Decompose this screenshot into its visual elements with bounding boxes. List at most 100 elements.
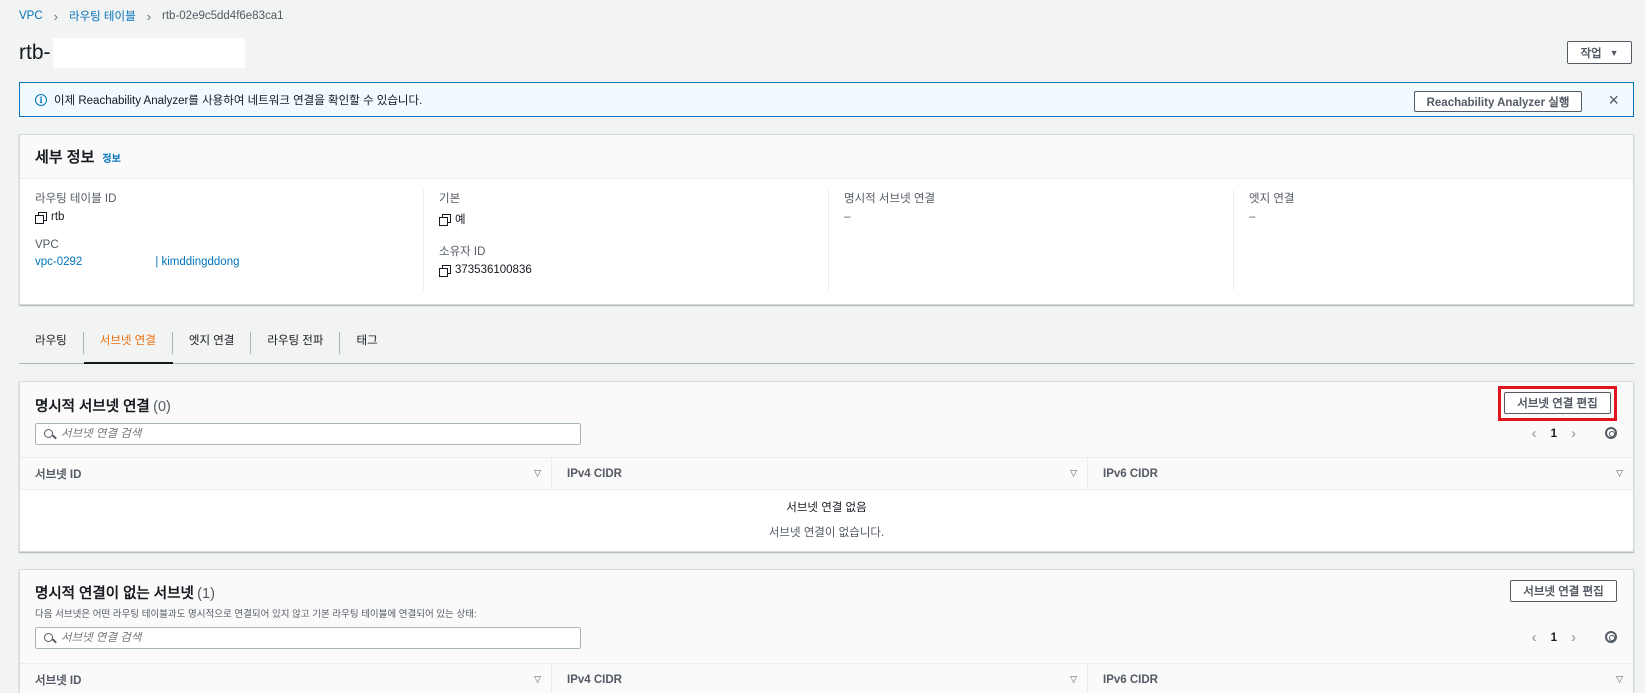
pagination: ‹ 1 ›	[1532, 629, 1576, 646]
page-number[interactable]: 1	[1551, 428, 1557, 440]
details-column-2: 기본 예 소유자 ID 373536100836	[423, 190, 808, 290]
tab-subnet-associations-label: 서브넷 연결	[84, 332, 173, 354]
edit-subnet-associations-button[interactable]: 서브넷 연결 편집	[1510, 580, 1617, 602]
main-value: 예	[455, 214, 466, 226]
breadcrumb-item-route-tables[interactable]: 라우팅 테이블	[69, 8, 136, 24]
owner-label: 소유자 ID	[439, 246, 486, 258]
sort-down-icon[interactable]: ▽	[1616, 674, 1623, 685]
empty-description: 서브넷 연결이 없습니다.	[768, 527, 885, 539]
chevron-left-icon[interactable]: ‹	[1532, 629, 1537, 646]
tab-routes-label: 라우팅	[19, 332, 84, 354]
chevron-right-icon: ›	[146, 8, 152, 24]
column-ipv4-cidr[interactable]: IPv4 CIDR ▽	[552, 664, 1088, 693]
tab-routes[interactable]: 라우팅	[19, 323, 84, 363]
explicit-panel-header: 명시적 서브넷 연결 (0) 서브넷 연결 편집 ‹ 1 ›	[20, 382, 1633, 457]
details-title: 세부 정보	[35, 149, 95, 166]
column-label: 서브넷 ID	[35, 674, 82, 687]
implicit-panel-count: (1)	[197, 586, 215, 602]
search-box[interactable]	[35, 423, 581, 445]
search-icon	[44, 428, 55, 440]
actions-label: 작업	[1580, 47, 1602, 60]
column-subnet-id[interactable]: 서브넷 ID ▽	[20, 664, 552, 693]
search-icon	[44, 632, 55, 644]
edge-value: –	[1249, 211, 1256, 223]
chevron-right-icon[interactable]: ›	[1571, 425, 1576, 442]
sort-down-icon[interactable]: ▽	[1070, 674, 1077, 685]
info-banner: i 이제 Reachability Analyzer를 사용하여 네트워크 연결…	[19, 82, 1634, 117]
details-header: 세부 정보 정보	[20, 135, 1633, 179]
tab-edge-associations[interactable]: 엣지 연결	[173, 323, 252, 363]
actions-dropdown-button[interactable]: 작업 ▼	[1567, 41, 1632, 64]
sort-down-icon[interactable]: ▽	[534, 468, 541, 479]
vpc-label: VPC	[35, 239, 59, 251]
tab-bar: 라우팅 서브넷 연결 엣지 연결 라우팅 전파 태그	[19, 323, 1634, 364]
empty-state: 서브넷 연결 없음 서브넷 연결이 없습니다.	[20, 490, 1633, 540]
sort-down-icon[interactable]: ▽	[1616, 468, 1623, 479]
vpc-link[interactable]: vpc-0292	[35, 256, 82, 268]
implicit-panel-title: 명시적 연결이 없는 서브넷	[35, 586, 194, 602]
sort-down-icon[interactable]: ▽	[1070, 468, 1077, 479]
route-table-id: rtb	[51, 211, 65, 223]
banner-text: 이제 Reachability Analyzer를 사용하여 네트워크 연결을 …	[54, 94, 423, 107]
caret-down-icon: ▼	[1609, 47, 1619, 58]
chevron-right-icon: ›	[53, 8, 58, 24]
search-box[interactable]	[35, 627, 581, 649]
explicit-subnet-label: 명시적 서브넷 연결	[844, 193, 936, 205]
details-column-3: 명시적 서브넷 연결 –	[828, 190, 1213, 290]
pagination: ‹ 1 ›	[1532, 425, 1576, 442]
info-icon: i	[35, 93, 47, 106]
explicit-panel-count: (0)	[153, 399, 171, 415]
breadcrumb: VPC › 라우팅 테이블 › rtb-02e9c5dd4f6e83ca1	[19, 8, 284, 24]
column-ipv6-cidr[interactable]: IPv6 CIDR ▽	[1088, 458, 1633, 489]
run-reachability-analyzer-button[interactable]: Reachability Analyzer 실행	[1414, 91, 1582, 112]
sort-down-icon[interactable]: ▽	[534, 674, 541, 685]
explicit-subnet-panel: 명시적 서브넷 연결 (0) 서브넷 연결 편집 ‹ 1 › 서브넷 ID ▽ I…	[19, 381, 1634, 552]
implicit-panel-header: 명시적 연결이 없는 서브넷 (1) 다음 서브넷은 어떤 라우팅 테이블과도 …	[20, 570, 1633, 663]
column-ipv4-cidr[interactable]: IPv4 CIDR ▽	[552, 458, 1088, 489]
tab-route-propagation-label: 라우팅 전파	[251, 332, 341, 354]
vpc-name-link[interactable]: | kimddingddong	[155, 256, 239, 268]
details-column-4: 엣지 연결 –	[1233, 190, 1618, 290]
page-number[interactable]: 1	[1551, 632, 1557, 644]
column-label: IPv4 CIDR	[567, 467, 622, 480]
info-link[interactable]: 정보	[102, 150, 120, 165]
chevron-left-icon[interactable]: ‹	[1532, 425, 1537, 442]
implicit-subnet-panel: 명시적 연결이 없는 서브넷 (1) 다음 서브넷은 어떤 라우팅 테이블과도 …	[19, 569, 1634, 693]
chevron-right-icon[interactable]: ›	[1571, 629, 1576, 646]
table-header: 서브넷 ID ▽ IPv4 CIDR ▽ IPv6 CIDR ▽	[20, 663, 1633, 693]
breadcrumb-item-vpc[interactable]: VPC	[19, 10, 43, 22]
tab-route-propagation[interactable]: 라우팅 전파	[251, 323, 341, 363]
implicit-panel-title-row: 명시적 연결이 없는 서브넷 (1) 다음 서브넷은 어떤 라우팅 테이블과도 …	[35, 582, 477, 620]
column-subnet-id[interactable]: 서브넷 ID ▽	[20, 458, 552, 489]
table-header: 서브넷 ID ▽ IPv4 CIDR ▽ IPv6 CIDR ▽	[20, 457, 1633, 490]
route-table-id-label: 라우팅 테이블 ID	[35, 193, 117, 205]
column-ipv6-cidr[interactable]: IPv6 CIDR ▽	[1088, 664, 1633, 693]
column-label: IPv6 CIDR	[1103, 673, 1158, 686]
explicit-subnet-value: –	[844, 211, 851, 223]
close-icon[interactable]: ×	[1608, 90, 1619, 110]
page-title-text: rtb-	[19, 41, 51, 64]
column-label: IPv4 CIDR	[567, 673, 622, 686]
search-input[interactable]	[61, 428, 561, 440]
copy-icon[interactable]	[35, 211, 47, 224]
copy-icon[interactable]	[439, 213, 451, 226]
gear-icon[interactable]	[1605, 427, 1617, 439]
search-input[interactable]	[61, 632, 561, 644]
column-label: 서브넷 ID	[35, 468, 82, 481]
main-value-row: 예	[439, 211, 808, 227]
breadcrumb-current: rtb-02e9c5dd4f6e83ca1	[162, 10, 284, 22]
tab-tags[interactable]: 태그	[340, 323, 393, 363]
explicit-panel-title-row: 명시적 서브넷 연결 (0)	[35, 395, 171, 416]
gear-icon[interactable]	[1605, 631, 1617, 643]
page-title: rtb-	[19, 38, 245, 68]
tab-subnet-associations[interactable]: 서브넷 연결	[83, 323, 173, 364]
owner-value: 373536100836	[455, 264, 532, 276]
explicit-panel-title: 명시적 서브넷 연결	[35, 399, 150, 415]
tab-tags-label: 태그	[356, 335, 378, 347]
owner-value-row: 373536100836	[439, 264, 808, 277]
copy-icon[interactable]	[439, 264, 451, 277]
main-label: 기본	[439, 193, 461, 205]
redacted-mask	[52, 38, 245, 68]
edge-label: 엣지 연결	[1249, 193, 1295, 205]
edit-subnet-associations-button[interactable]: 서브넷 연결 편집	[1504, 392, 1611, 414]
